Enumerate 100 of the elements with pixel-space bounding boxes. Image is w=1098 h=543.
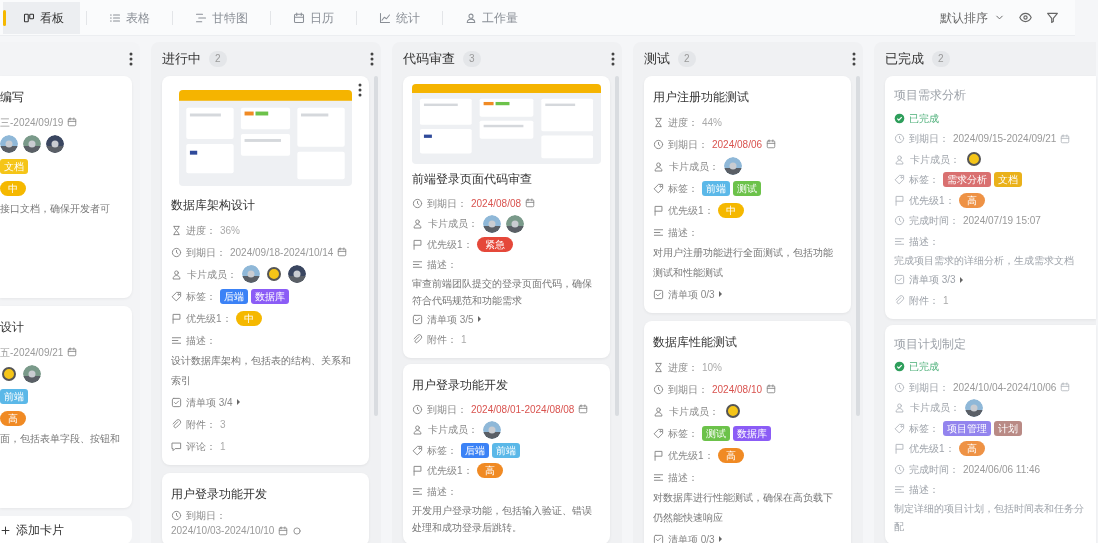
card-title: 用户登录功能开发 [171,486,268,503]
comment-count: 1 [220,439,226,454]
field-label: 卡片成员： [669,159,719,174]
checklist-toggle[interactable]: 清单项 0/3 [653,286,722,302]
due-date: 2024/08/01-2024/08/08 [471,402,575,417]
priority-badge: 高 [958,192,985,208]
tag: 数据库 [733,425,771,441]
tag: 计划 [994,420,1022,436]
priority-badge: 高 [958,441,985,457]
description-text: 接口文档，确保开发者可 [0,202,111,216]
card-count: 3 [463,51,481,67]
field-label: 到期日： [186,245,226,260]
task-card[interactable]: 数据库架构设计 进度： 36% 到期日： 2024/09/18-2024/10/14 卡片成员： 标签： 后端 数据库 优先级1： 中 描述： 设计数据库架构，包括表的结构、关系和索引 清单项 3/4 附件： 3 评论： 1 [162,76,369,465]
field-label: 优先级1： [427,464,473,479]
card-title: 编写 [0,89,25,106]
due-date: 2024/10/04-2024/10/06 [953,380,1057,395]
field-label: 进度： [186,223,216,238]
attachment-count: 1 [943,293,949,308]
field-label: 描述： [668,225,698,240]
checklist-toggle[interactable]: 清单项 3/5 [412,311,481,327]
view-tab[interactable]: 统计 [363,1,436,34]
task-card[interactable]: 项目计划制定 已完成 到期日： 2024/10/04-2024/10/06 卡片成员： 标签： 项目管理 计划 优先级1： 高 完成时间： 2024/06/06 11:46 描述： 制定详细的项目计划，包括时间表和任务分配 [885,324,1096,543]
field-label: 标签： [427,443,457,458]
priority-badge: 中 [717,202,744,218]
due-date: 2024/08/06 [712,137,763,152]
field-label: 标签： [909,421,939,436]
add-card-button[interactable]: 添加卡片 [0,516,132,543]
description-text: 完成项目需求的详细分析，生成需求文档 [894,253,1075,268]
due-date: 2024/09/18-2024/10/14 [230,245,334,260]
task-card[interactable]: 前端登录页面代码审查 到期日： 2024/08/08 卡片成员： 优先级1： 紧急 描述： 审查前端团队提交的登录页面代码，确保符合代码规范和功能需求 清单项 3/5 附件： 1 [403,76,610,358]
card-title: 项目计划制定 [894,335,967,353]
task-card[interactable]: 设计 五-2024/09/21 前端 高 面，包括表单字段、按钮和 [0,306,132,508]
field-label: 卡片成员： [428,217,478,232]
card-title: 项目需求分析 [894,87,967,104]
progress-value: 10% [702,360,722,375]
field-label: 卡片成员： [428,423,478,438]
tag: 测试 [733,180,761,196]
card-count: 2 [932,51,950,67]
view-tab[interactable]: 看板 [3,1,80,34]
view-tab[interactable]: 甘特图 [179,1,264,34]
card-count: 2 [209,51,227,67]
checklist-toggle[interactable]: 清单项 3/3 [894,272,963,288]
field-label: 到期日： [427,196,467,211]
attachment-count: 1 [461,333,467,348]
task-card[interactable]: 编写 三-2024/09/19 文档 中 接口文档，确保开发者可 [0,76,132,298]
field-label: 标签： [668,426,698,441]
tag: 后端 [220,288,248,304]
card-title: 前端登录页面代码审查 [412,171,533,188]
description-text: 制定详细的项目计划，包括时间表和任务分配 [894,502,1085,534]
field-label: 到期日： [427,402,467,417]
tag: 前端 [702,180,730,196]
field-label: 附件： [909,293,939,308]
description-text: 设计数据库架构，包括表的结构、关系和索引 [171,354,352,388]
field-label: 到期日： [668,137,708,152]
progress-value: 36% [220,223,240,238]
field-label: 到期日： [186,509,226,523]
description-text: 面，包括表单字段、按钮和 [0,432,121,446]
view-tab[interactable]: 日历 [277,1,350,34]
column-title: 已完成 [885,50,924,69]
field-label: 到期日： [909,380,949,395]
completion-time: 2024/07/19 15:07 [963,214,1041,229]
completion-time: 2024/06/06 11:46 [963,462,1041,477]
field-label: 标签： [668,181,698,196]
tag: 前端 [0,388,28,404]
tag: 文档 [994,172,1022,188]
due-date: 2024/10/03-2024/10/10 [171,524,275,538]
task-card[interactable]: 用户登录功能开发 到期日： 2024/10/03-2024/10/10 [162,473,369,543]
description-text: 对数据库进行性能测试，确保在高负载下仍然能快速响应 [653,491,834,525]
view-tab[interactable]: 表格 [93,1,166,34]
field-label: 到期日： [668,382,708,397]
due-date: 2024/09/15-2024/09/21 [953,132,1057,147]
attachment-count: 3 [220,417,226,432]
sort-dropdown[interactable]: 默认排序 [940,8,1005,27]
field-label: 优先级1： [427,237,473,252]
task-card[interactable]: 项目需求分析 已完成 到期日： 2024/09/15-2024/09/21 卡片成员： 标签： 需求分析 文档 优先级1： 高 完成时间： 2024/07/19 15:07 描述： 完成项目需求的详细分析，生成需求文档 清单项 3/3 附件： 1 [885,76,1096,319]
view-tab[interactable]: 工作量 [449,1,534,34]
task-card[interactable]: 用户注册功能测试 进度： 44% 到期日： 2024/08/06 卡片成员： 标签： 前端 测试 优先级1： 中 描述： 对用户注册功能进行全面测试，包括功能测试和性能测试 清单项 0/3 [644,76,851,313]
field-label: 优先级1： [668,203,714,218]
field-label: 描述： [668,470,698,485]
field-label: 卡片成员： [910,152,960,167]
card-title: 用户注册功能测试 [653,89,750,106]
priority-badge: 高 [0,410,26,426]
card-title: 用户登录功能开发 [412,377,509,394]
priority-badge: 中 [0,180,26,196]
field-label: 标签： [186,289,216,304]
field-label: 优先级1： [186,311,232,326]
tag: 文档 [0,158,28,174]
due-date: 三-2024/09/19 [0,115,64,130]
column-title: 代码审查 [403,50,455,69]
checklist-toggle[interactable]: 清单项 3/4 [171,394,240,410]
field-label: 优先级1： [668,448,714,463]
task-card[interactable]: 用户登录功能开发 到期日： 2024/08/01-2024/08/08 卡片成员： 标签： 后端 前端 优先级1： 高 描述： 开发用户登录功能，包括输入验证、错误处理和成功登录后跳转。 [403,364,610,543]
tag: 项目管理 [943,420,991,436]
field-label: 描述： [909,483,939,498]
field-label: 卡片成员： [669,404,719,419]
tag: 测试 [702,425,730,441]
field-label: 卡片成员： [187,267,237,282]
field-label: 附件： [186,417,216,432]
description-text: 开发用户登录功能，包括输入验证、错误处理和成功登录后跳转。 [412,503,593,535]
field-label: 优先级1： [909,193,955,208]
